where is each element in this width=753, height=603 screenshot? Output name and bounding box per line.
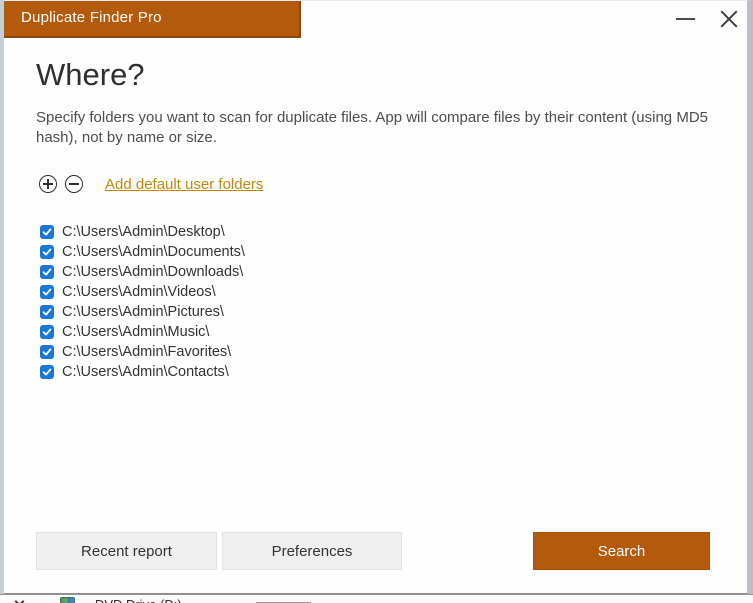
recent-report-button[interactable]: Recent report — [36, 532, 217, 570]
minus-circle-icon — [65, 175, 83, 193]
folder-list: C:\Users\Admin\Desktop\ C:\Users\Admin\D… — [40, 222, 245, 382]
checkmark-icon — [42, 227, 52, 237]
folder-checkbox[interactable] — [40, 265, 54, 279]
folder-toolbar: Add default user folders — [39, 173, 263, 195]
search-button[interactable]: Search — [533, 532, 710, 570]
folder-checkbox[interactable] — [40, 345, 54, 359]
folder-checkbox[interactable] — [40, 325, 54, 339]
background-item-label: DVD Drive (D:) — [95, 597, 182, 603]
checkmark-icon — [42, 307, 52, 317]
folder-path-label: C:\Users\Admin\Contacts\ — [62, 364, 229, 380]
page-description-line2: hash), not by name or size. — [36, 129, 217, 146]
checkmark-icon — [42, 347, 52, 357]
add-default-folders-link[interactable]: Add default user folders — [105, 176, 263, 193]
window-title: Duplicate Finder Pro — [4, 1, 299, 35]
page-description-line1: Specify folders you want to scan for dup… — [36, 109, 708, 126]
folder-row: C:\Users\Admin\Desktop\ — [40, 222, 245, 242]
checkmark-icon — [42, 287, 52, 297]
checkmark-icon — [42, 367, 52, 377]
chevron-expand-icon — [15, 597, 25, 603]
remove-folder-button[interactable] — [65, 175, 83, 193]
folder-row: C:\Users\Admin\Favorites\ — [40, 342, 245, 362]
checkmark-icon — [42, 247, 52, 257]
folder-checkbox[interactable] — [40, 285, 54, 299]
folder-row: C:\Users\Admin\Music\ — [40, 322, 245, 342]
page-description: Specify folders you want to scan for dup… — [36, 108, 731, 148]
folder-checkbox[interactable] — [40, 225, 54, 239]
close-button[interactable] — [712, 3, 746, 35]
minimize-button[interactable] — [668, 3, 702, 35]
folder-path-label: C:\Users\Admin\Downloads\ — [62, 264, 243, 280]
dvd-drive-icon — [60, 597, 75, 603]
duplicate-finder-window: Duplicate Finder Pro Where? Specify fold… — [4, 0, 748, 594]
folder-path-label: C:\Users\Admin\Documents\ — [62, 244, 245, 260]
checkmark-icon — [42, 327, 52, 337]
folder-row: C:\Users\Admin\Videos\ — [40, 282, 245, 302]
folder-path-label: C:\Users\Admin\Desktop\ — [62, 224, 225, 240]
folder-path-label: C:\Users\Admin\Pictures\ — [62, 304, 224, 320]
minimize-icon — [676, 18, 695, 20]
folder-row: C:\Users\Admin\Downloads\ — [40, 262, 245, 282]
folder-row: C:\Users\Admin\Pictures\ — [40, 302, 245, 322]
folder-checkbox[interactable] — [40, 245, 54, 259]
folder-path-label: C:\Users\Admin\Videos\ — [62, 284, 216, 300]
folder-checkbox[interactable] — [40, 305, 54, 319]
background-window-bottom-strip: DVD Drive (D:) — [0, 594, 753, 603]
plus-circle-icon — [39, 175, 57, 193]
folder-row: C:\Users\Admin\Documents\ — [40, 242, 245, 262]
folder-path-label: C:\Users\Admin\Music\ — [62, 324, 209, 340]
preferences-button[interactable]: Preferences — [222, 532, 402, 570]
page-title: Where? — [36, 57, 145, 93]
folder-path-label: C:\Users\Admin\Favorites\ — [62, 344, 231, 360]
checkmark-icon — [42, 267, 52, 277]
close-icon — [719, 9, 739, 29]
folder-checkbox[interactable] — [40, 365, 54, 379]
window-title-tab[interactable]: Duplicate Finder Pro — [4, 1, 301, 38]
add-folder-button[interactable] — [39, 175, 57, 193]
folder-row: C:\Users\Admin\Contacts\ — [40, 362, 245, 382]
